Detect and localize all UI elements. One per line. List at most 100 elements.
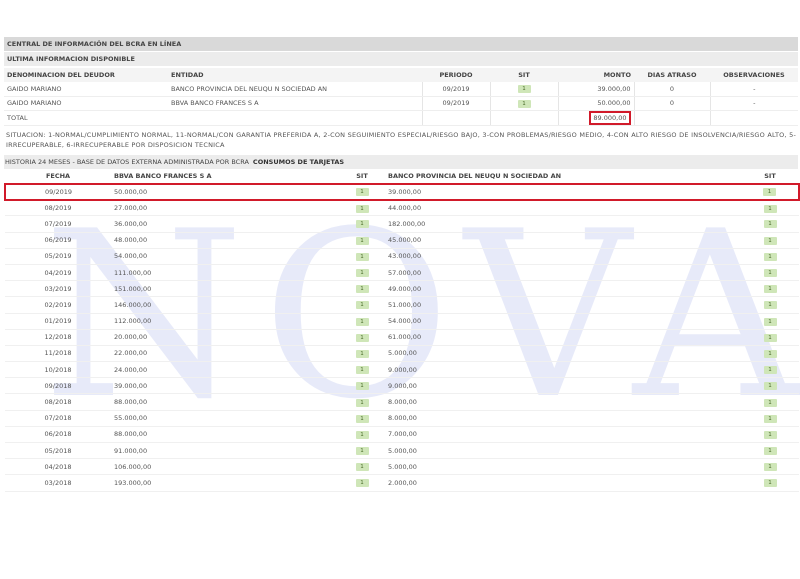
table-row: 11/2018 22.000,00 1 5.000,00 1 <box>5 345 799 363</box>
sit-badge: 1 <box>763 414 777 423</box>
sit-badge: 1 <box>355 252 369 261</box>
sit-badge: 1 <box>763 285 777 294</box>
table-row: 08/2018 88.000,00 1 8.000,00 1 <box>5 393 799 411</box>
fecha-cell: 09/2018 <box>5 377 111 395</box>
report-title-bar: CENTRAL DE INFORMACIÓN DEL BCRA EN LÍNEA <box>4 37 798 51</box>
history-title: HISTORIA 24 MESES - BASE DE DATOS EXTERN… <box>5 157 249 166</box>
table-row: 07/2018 55.000,00 1 8.000,00 1 <box>5 410 799 427</box>
sit2-cell: 1 <box>741 264 799 282</box>
bank2-amount: 54.000,00 <box>385 313 741 330</box>
sit-badge: 1 <box>355 220 369 229</box>
fecha-cell: 08/2019 <box>5 199 111 217</box>
bank2-amount: 2.000,00 <box>385 474 741 492</box>
bank1-amount: 48.000,00 <box>111 232 339 249</box>
col-entidad: ENTIDAD <box>168 68 422 82</box>
sit1-cell: 1 <box>339 329 385 346</box>
bank2-amount: 182.000,00 <box>385 215 741 233</box>
sit1-cell: 1 <box>339 280 385 298</box>
bank2-amount: 61.000,00 <box>385 329 741 346</box>
periodo-cell: 09/2019 <box>421 82 490 97</box>
sit-badge: 1 <box>763 447 777 456</box>
sit1-cell: 1 <box>339 182 385 201</box>
sit1-cell: 1 <box>339 377 385 395</box>
sit-badge: 1 <box>355 204 369 213</box>
debt-table: DENOMINACION DEL DEUDOR ENTIDAD PERIODO … <box>4 68 798 126</box>
credit-report: CENTRAL DE INFORMACIÓN DEL BCRA EN LÍNEA… <box>4 37 800 492</box>
report-subtitle-bar: ULTIMA INFORMACION DISPONIBLE <box>4 52 798 66</box>
table-row: 02/2019 146.000,00 1 51.000,00 1 <box>5 296 799 314</box>
sit1-cell: 1 <box>339 426 385 444</box>
sit-badge: 1 <box>355 463 369 472</box>
fecha-cell: 07/2018 <box>5 410 111 427</box>
sit1-cell: 1 <box>339 313 385 330</box>
col-sit: SIT <box>490 68 558 82</box>
col-sit2: SIT <box>741 168 799 184</box>
sit2-cell: 1 <box>741 248 799 265</box>
table-row: GAIDO MARIANO BBVA BANCO FRANCES S A 09/… <box>4 96 798 111</box>
sit2-cell: 1 <box>741 182 800 201</box>
sit-cell: 1 <box>489 82 558 97</box>
entidad-cell: BANCO PROVINCIA DEL NEUQU N SOCIEDAD AN <box>168 82 422 97</box>
sit2-cell: 1 <box>741 410 799 427</box>
sit-badge: 1 <box>355 366 369 375</box>
fecha-cell: 05/2019 <box>5 248 111 265</box>
bank1-amount: 151.000,00 <box>111 280 339 298</box>
bank1-amount: 88.000,00 <box>111 426 339 444</box>
sit1-cell: 1 <box>339 474 385 492</box>
table-row: 08/2019 27.000,00 1 44.000,00 1 <box>5 199 799 217</box>
dias-cell: 0 <box>633 96 710 111</box>
bank1-amount: 88.000,00 <box>111 393 339 411</box>
sit2-cell: 1 <box>741 329 799 346</box>
dias-cell: 0 <box>633 82 710 97</box>
bank1-amount: 54.000,00 <box>111 248 339 265</box>
bank1-amount: 20.000,00 <box>111 329 339 346</box>
col-deudor: DENOMINACION DEL DEUDOR <box>4 68 168 82</box>
sit-badge: 1 <box>763 252 777 261</box>
sit-badge: 1 <box>355 382 369 391</box>
sit2-cell: 1 <box>741 313 799 330</box>
sit2-cell: 1 <box>741 393 799 411</box>
history-title-bar: HISTORIA 24 MESES - BASE DE DATOS EXTERN… <box>4 154 798 169</box>
bank1-amount: 55.000,00 <box>111 410 339 427</box>
bank1-amount: 27.000,00 <box>111 199 339 217</box>
total-row: TOTAL 89.000,00 <box>4 110 798 126</box>
fecha-cell: 04/2018 <box>5 458 111 476</box>
sit-badge: 1 <box>763 188 776 197</box>
fecha-cell: 11/2018 <box>5 345 111 363</box>
history-table-header: FECHA BBVA BANCO FRANCES S A SIT BANCO P… <box>5 168 799 184</box>
sit-badge: 1 <box>355 285 369 294</box>
sit-badge: 1 <box>517 99 531 108</box>
sit-badge: 1 <box>355 479 369 488</box>
table-row: GAIDO MARIANO BANCO PROVINCIA DEL NEUQU … <box>4 82 798 97</box>
history-table: FECHA BBVA BANCO FRANCES S A SIT BANCO P… <box>4 168 800 492</box>
total-label: TOTAL <box>4 110 168 126</box>
sit-badge: 1 <box>517 85 531 94</box>
fecha-cell: 09/2019 <box>4 182 111 201</box>
sit2-cell: 1 <box>741 361 799 379</box>
col-monto: MONTO <box>558 68 634 82</box>
sit1-cell: 1 <box>339 264 385 282</box>
table-row: 10/2018 24.000,00 1 9.000,00 1 <box>5 361 799 379</box>
col-bank1: BBVA BANCO FRANCES S A <box>111 168 339 184</box>
bank1-amount: 50.000,00 <box>111 182 339 201</box>
sit2-cell: 1 <box>741 345 799 363</box>
sit-badge: 1 <box>355 447 369 456</box>
bank1-amount: 36.000,00 <box>111 215 339 233</box>
sit-badge: 1 <box>763 398 777 407</box>
sit1-cell: 1 <box>339 410 385 427</box>
bank2-amount: 8.000,00 <box>385 410 741 427</box>
sit1-cell: 1 <box>339 361 385 379</box>
sit1-cell: 1 <box>339 393 385 411</box>
bank1-amount: 22.000,00 <box>111 345 339 363</box>
deudor-cell: GAIDO MARIANO <box>4 96 168 111</box>
sit2-cell: 1 <box>741 215 799 233</box>
sit-badge: 1 <box>763 301 777 310</box>
table-row: 03/2019 151.000,00 1 49.000,00 1 <box>5 280 799 298</box>
sit-badge: 1 <box>355 414 369 423</box>
col-obs: OBSERVACIONES <box>710 68 798 82</box>
bank2-amount: 43.000,00 <box>385 248 741 265</box>
bank2-amount: 8.000,00 <box>385 393 741 411</box>
total-cell: 89.000,00 <box>557 110 634 126</box>
bank1-amount: 24.000,00 <box>111 361 339 379</box>
sit2-cell: 1 <box>741 296 799 314</box>
